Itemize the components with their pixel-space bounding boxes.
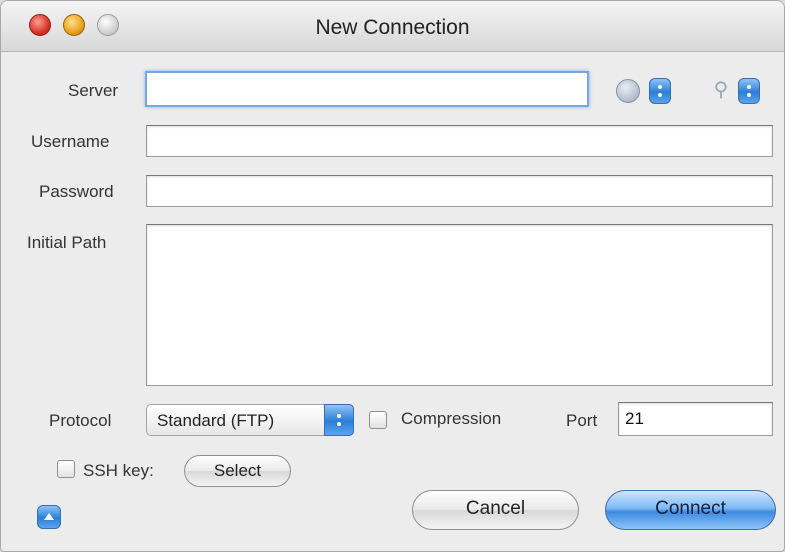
password-label: Password (39, 182, 114, 201)
connect-button[interactable]: Connect (605, 490, 776, 530)
protocol-label: Protocol (49, 411, 112, 430)
compression-label: Compression (401, 409, 502, 428)
bookmarks-popup-button[interactable] (649, 78, 671, 104)
username-label: Username (31, 132, 110, 151)
cancel-button[interactable]: Cancel (412, 490, 579, 530)
keychain-icon: ⚲ (713, 79, 729, 101)
port-input[interactable] (618, 402, 773, 436)
new-connection-window: New Connection Server ⚲ Username Passwor… (0, 0, 785, 552)
ssh-key-checkbox[interactable] (57, 460, 75, 478)
chevron-updown-icon (324, 404, 354, 436)
protocol-select[interactable]: Standard (FTP) (146, 404, 354, 436)
globe-icon (616, 79, 640, 103)
server-label: Server (68, 81, 119, 100)
chevron-up-icon (44, 513, 54, 520)
window-title: New Connection (315, 16, 470, 39)
disclosure-button[interactable] (37, 505, 61, 529)
initial-path-label: Initial Path (27, 233, 107, 252)
username-input[interactable] (146, 125, 773, 157)
ssh-key-label: SSH key: (83, 461, 154, 480)
protocol-select-value: Standard (FTP) (157, 411, 275, 430)
keychain-popup-button[interactable] (738, 78, 760, 104)
title-bar: New Connection (1, 1, 784, 52)
password-input[interactable] (146, 175, 773, 207)
select-ssh-key-button[interactable]: Select (184, 455, 291, 487)
server-input[interactable] (145, 71, 589, 107)
compression-checkbox[interactable] (369, 411, 387, 429)
port-label: Port (566, 411, 598, 430)
initial-path-textarea[interactable] (146, 224, 773, 386)
